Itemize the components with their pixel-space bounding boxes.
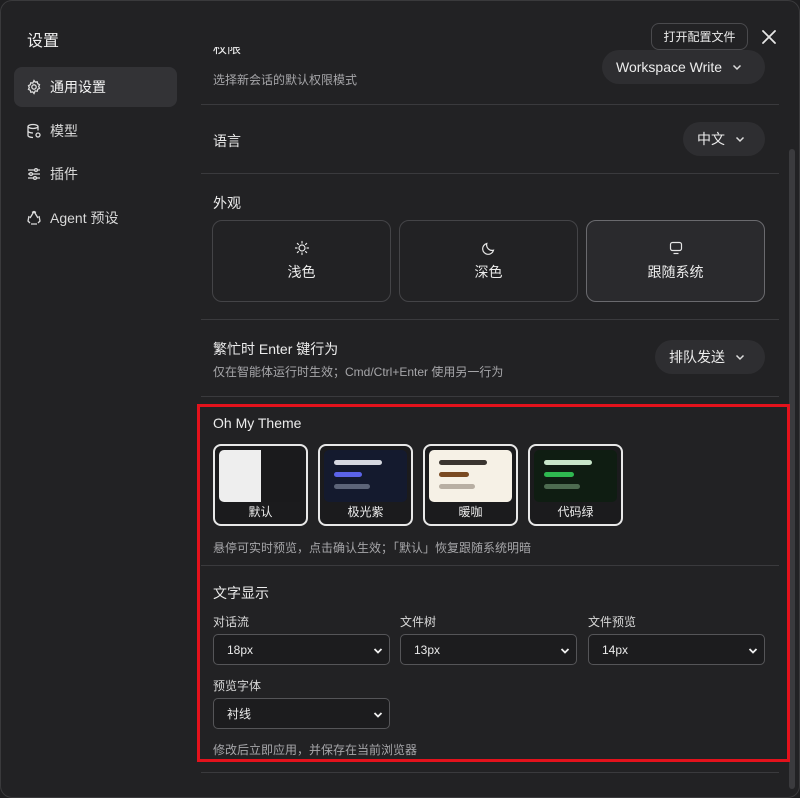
sidebar-item-label: 模型 (50, 123, 78, 139)
divider (201, 396, 779, 397)
database-icon (27, 123, 41, 139)
sidebar-item-label: 通用设置 (50, 79, 106, 95)
appearance-option-system[interactable]: 跟随系统 (586, 220, 765, 302)
sidebar-item-label: 插件 (50, 166, 78, 182)
divider (201, 772, 779, 773)
sidebar-item-label: Agent 预设 (50, 210, 119, 226)
busy-enter-select[interactable]: 排队发送 (655, 340, 765, 374)
sidebar-item-model[interactable]: 模型 (14, 111, 177, 151)
permission-description: 选择新会话的默认权限模式 (213, 73, 358, 87)
sidebar-item-agent-presets[interactable]: Agent 预设 (14, 198, 177, 238)
sidebar-item-plugins[interactable]: 插件 (14, 154, 177, 194)
recycle-icon (27, 210, 41, 225)
sidebar-title: 设置 (27, 33, 60, 50)
highlight-box (197, 404, 790, 762)
permission-select[interactable]: Workspace Write (602, 50, 765, 84)
divider (201, 173, 779, 174)
appearance-option-light[interactable]: 浅色 (212, 220, 391, 302)
busy-enter-description: 仅在智能体运行时生效；Cmd/Ctrl+Enter 使用另一行为 (213, 365, 504, 379)
busy-enter-label: 繁忙时 Enter 键行为 (213, 341, 339, 357)
monitor-icon (669, 241, 682, 255)
appearance-option-dark[interactable]: 深色 (399, 220, 578, 302)
language-select[interactable]: 中文 (683, 122, 765, 156)
language-label: 语言 (213, 133, 241, 149)
sidebar-item-general[interactable]: 通用设置 (14, 67, 177, 107)
divider (201, 104, 779, 105)
appearance-label: 外观 (213, 195, 241, 211)
divider (201, 319, 779, 320)
permission-label: 权限 (213, 47, 241, 56)
gear-icon (27, 79, 41, 95)
settings-dialog: 设置 通用设置 模型 插件 Agent 预设 打开配置文件 权限 选择新会话的默… (0, 0, 800, 798)
sun-icon (294, 240, 309, 256)
sliders-icon (28, 167, 40, 181)
chevron-down-icon (733, 64, 742, 71)
sidebar: 设置 通用设置 模型 插件 Agent 预设 (1, 1, 191, 797)
chevron-down-icon (735, 136, 745, 143)
moon-icon (481, 242, 494, 255)
chevron-down-icon (735, 354, 745, 361)
